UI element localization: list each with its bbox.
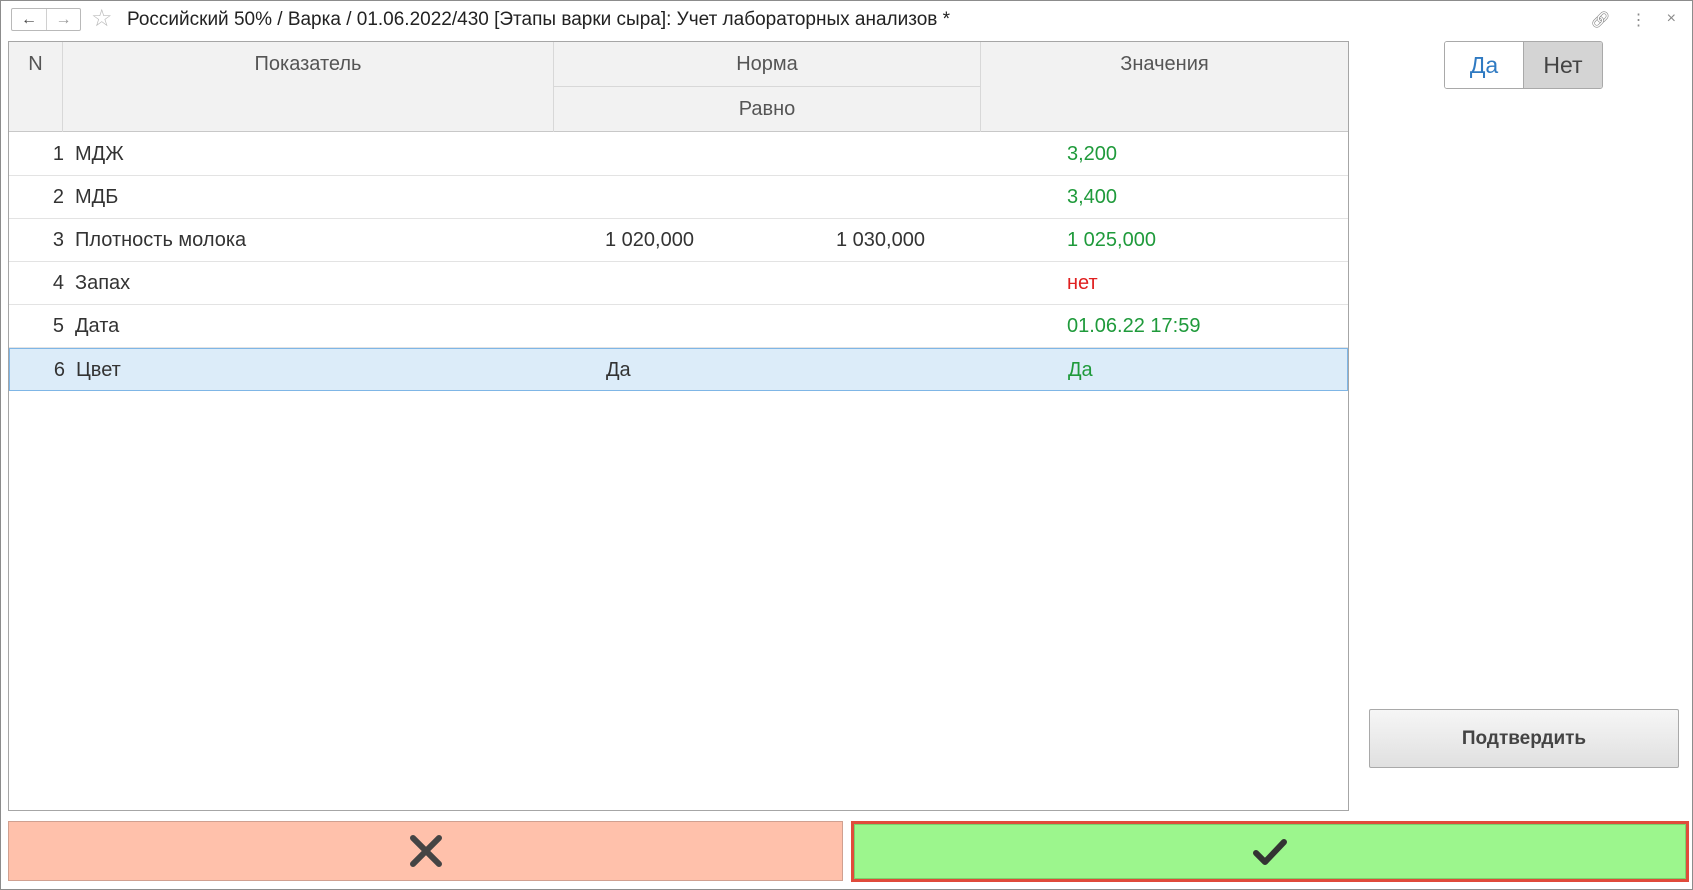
row-value[interactable]: 1 025,000 bbox=[1067, 219, 1156, 261]
row-number[interactable]: 4 bbox=[9, 262, 64, 304]
navigation-group: ← → bbox=[11, 8, 81, 31]
title-bar: ← → ☆ Российский 50% / Варка / 01.06.202… bbox=[1, 1, 1692, 39]
analysis-table: N Показатель Норма Равно Значения 1 МДЖ 3,… bbox=[8, 41, 1349, 811]
row-indicator-name[interactable]: Цвет bbox=[76, 349, 121, 391]
table-header: N Показатель Норма Равно Значения bbox=[9, 42, 1348, 132]
table-row[interactable]: 6 Цвет Да Да bbox=[9, 348, 1348, 391]
table-row[interactable]: 4 Запах нет bbox=[9, 262, 1348, 305]
window: ← → ☆ Российский 50% / Варка / 01.06.202… bbox=[0, 0, 1693, 890]
row-value[interactable]: 3,200 bbox=[1067, 133, 1117, 175]
header-values[interactable]: Значения bbox=[981, 42, 1348, 87]
window-title: Российский 50% / Варка / 01.06.2022/430 … bbox=[127, 9, 951, 30]
row-indicator-name[interactable]: Плотность молока bbox=[75, 219, 246, 261]
cancel-button[interactable] bbox=[8, 821, 843, 881]
checkmark-icon bbox=[1253, 838, 1287, 865]
header-norm-equal[interactable]: Равно bbox=[554, 87, 980, 132]
table-row[interactable]: 5 Дата 01.06.22 17:59 bbox=[9, 305, 1348, 348]
row-number[interactable]: 2 bbox=[9, 176, 64, 218]
more-menu-icon[interactable]: ⋮ bbox=[1631, 10, 1647, 30]
header-indicator[interactable]: Показатель bbox=[63, 42, 553, 87]
row-number[interactable]: 5 bbox=[9, 305, 64, 347]
table-row[interactable]: 3 Плотность молока 1 020,000 1 030,000 1 025… bbox=[9, 219, 1348, 262]
row-indicator-name[interactable]: МДБ bbox=[75, 176, 118, 218]
row-value[interactable]: нет bbox=[1067, 262, 1098, 304]
yes-no-toggle: Да Нет bbox=[1444, 41, 1603, 89]
back-arrow-icon[interactable]: ← bbox=[12, 9, 46, 30]
row-indicator-name[interactable]: Запах bbox=[75, 262, 130, 304]
row-indicator-name[interactable]: МДЖ bbox=[75, 133, 124, 175]
cross-icon bbox=[409, 835, 442, 867]
row-norm-min[interactable]: 1 020,000 bbox=[605, 219, 694, 261]
row-norm-max[interactable]: 1 030,000 bbox=[836, 219, 925, 261]
row-number[interactable]: 1 bbox=[9, 133, 64, 175]
row-value[interactable]: Да bbox=[1068, 349, 1093, 391]
header-norm[interactable]: Норма bbox=[554, 42, 980, 87]
row-number[interactable]: 3 bbox=[9, 219, 64, 261]
forward-arrow-icon[interactable]: → bbox=[45, 9, 80, 30]
row-number[interactable]: 6 bbox=[10, 349, 65, 391]
row-indicator-name[interactable]: Дата bbox=[75, 305, 119, 347]
accept-button[interactable] bbox=[851, 821, 1689, 882]
title-actions: 🔗︎ ⋮ × bbox=[1590, 10, 1676, 30]
table-row[interactable]: 2 МДБ 3,400 bbox=[9, 176, 1348, 219]
row-value[interactable]: 3,400 bbox=[1067, 176, 1117, 218]
header-n[interactable]: N bbox=[9, 42, 62, 87]
link-icon[interactable]: 🔗︎ bbox=[1590, 10, 1610, 30]
close-icon[interactable]: × bbox=[1667, 10, 1676, 30]
row-norm-min[interactable]: Да bbox=[606, 349, 631, 391]
row-value[interactable]: 01.06.22 17:59 bbox=[1067, 305, 1200, 347]
toggle-yes-button[interactable]: Да bbox=[1445, 42, 1523, 88]
favorite-star-icon[interactable]: ☆ bbox=[91, 6, 113, 32]
table-row[interactable]: 1 МДЖ 3,200 bbox=[9, 133, 1348, 176]
confirm-button[interactable]: Подтвердить bbox=[1369, 709, 1679, 768]
toggle-no-button[interactable]: Нет bbox=[1523, 42, 1602, 88]
